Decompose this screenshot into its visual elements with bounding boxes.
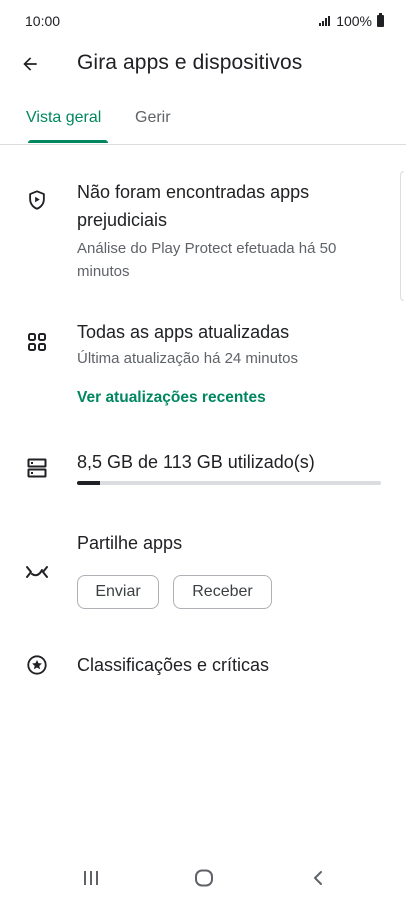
recent-apps-button[interactable] bbox=[79, 868, 103, 888]
storage-progress-fill bbox=[77, 481, 100, 485]
protect-subtitle-line2: minutos bbox=[77, 263, 130, 280]
storage-label: 8,5 GB de 113 GB utilizado(s) bbox=[77, 452, 315, 472]
storage-progress-bar bbox=[77, 481, 381, 485]
updates-subtitle: Última atualização há 24 minutos bbox=[77, 350, 298, 367]
status-indicators: 100% bbox=[319, 13, 384, 29]
protect-title-line1: Não foram encontradas apps bbox=[77, 182, 310, 202]
back-nav-icon bbox=[314, 871, 322, 885]
send-button[interactable]: Enviar bbox=[77, 575, 159, 609]
protect-subtitle-line1: Análise do Play Protect efetuada há 50 bbox=[77, 240, 337, 257]
system-nav-bar bbox=[0, 852, 406, 902]
back-button[interactable] bbox=[14, 48, 46, 80]
updates-title: Todas as apps atualizadas bbox=[77, 322, 290, 342]
status-time: 10:00 bbox=[25, 13, 61, 29]
send-button-label: Enviar bbox=[95, 583, 141, 600]
home-icon bbox=[195, 869, 213, 887]
star-circle-icon bbox=[25, 653, 49, 677]
ratings-title: Classificações e críticas bbox=[77, 655, 270, 675]
nearby-share-icon bbox=[25, 560, 49, 584]
app-bar: Gira apps e dispositivos bbox=[0, 40, 406, 88]
recent-apps-icon bbox=[84, 871, 98, 885]
recent-updates-link[interactable]: Ver atualizações recentes bbox=[77, 389, 266, 407]
receive-button[interactable]: Receber bbox=[173, 575, 272, 609]
tab-bar: Vista geral Gerir bbox=[0, 100, 406, 145]
apps-grid-icon bbox=[25, 330, 49, 354]
status-bar: 10:00 100% bbox=[0, 0, 406, 44]
page-title: Gira apps e dispositivos bbox=[77, 51, 303, 74]
battery-percentage: 100% bbox=[336, 13, 372, 29]
scrollbar[interactable] bbox=[400, 171, 404, 301]
receive-button-label: Receber bbox=[192, 583, 253, 600]
tab-manage[interactable]: Gerir bbox=[135, 109, 171, 127]
shield-play-icon bbox=[25, 188, 49, 212]
battery-icon bbox=[377, 13, 384, 27]
storage-icon bbox=[25, 456, 49, 480]
protect-title-line2: prejudiciais bbox=[77, 210, 168, 230]
active-tab-indicator bbox=[28, 140, 108, 143]
tab-overview[interactable]: Vista geral bbox=[26, 109, 101, 127]
home-button[interactable] bbox=[192, 868, 216, 888]
back-nav-button[interactable] bbox=[306, 868, 330, 888]
signal-icon bbox=[319, 16, 331, 26]
share-title: Partilhe apps bbox=[77, 533, 183, 553]
arrow-back-icon bbox=[23, 57, 37, 71]
